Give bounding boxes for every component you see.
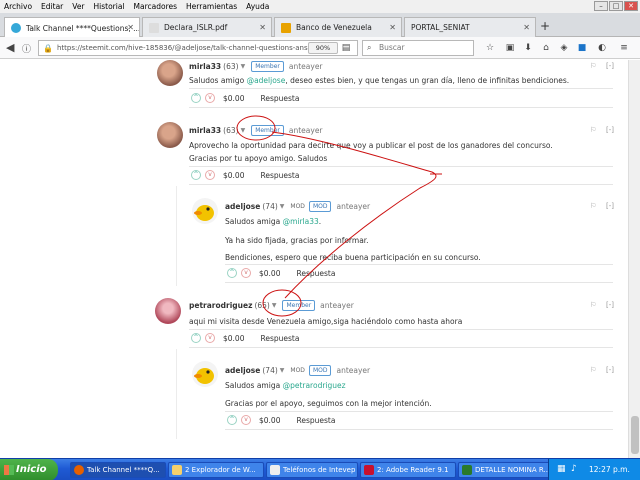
tab-label: Banco de Venezuela	[296, 23, 372, 32]
taskbar-item-detalle-nomina[interactable]: DETALLE NOMINA R...	[458, 462, 552, 478]
home-icon[interactable]: ⌂	[540, 42, 552, 54]
url-text: https://steemit.com/hive-185836/@adeljos…	[56, 44, 318, 52]
info-icon[interactable]: ⓘ	[22, 42, 31, 55]
menu-herramientas[interactable]: Herramientas	[186, 2, 237, 11]
taskbar-item-label: Talk Channel ****Q...	[87, 466, 160, 474]
pocket-icon[interactable]: ◈	[558, 42, 570, 54]
download-icon[interactable]: ⬇	[522, 42, 534, 54]
tab-label: Declara_ISLR.pdf	[164, 23, 228, 32]
minimize-button[interactable]: –	[594, 1, 608, 11]
menu-bar: Archivo Editar Ver Historial Marcadores …	[0, 0, 640, 13]
annotation-circle-member	[236, 115, 276, 141]
bookmark-star-icon[interactable]: ☆	[484, 42, 496, 54]
zoom-indicator[interactable]: 90%	[308, 42, 338, 54]
folder-icon	[172, 465, 182, 475]
bank-favicon-icon	[281, 22, 291, 33]
search-input[interactable]: ⌕ Buscar	[362, 40, 474, 56]
search-placeholder: Buscar	[379, 43, 405, 52]
adobe-reader-icon	[364, 465, 374, 475]
close-tab-icon[interactable]: ✕	[259, 23, 266, 32]
tab-bar: Talk Channel ****Questions, ... ✕ Declar…	[0, 13, 640, 38]
firefox-icon	[74, 465, 84, 475]
network-icon[interactable]: ▦	[557, 464, 566, 474]
taskbar-item-label: 2 Explorador de W...	[185, 466, 256, 474]
search-icon: ⌕	[367, 43, 372, 52]
taskbar-item-label: 2: Adobe Reader 9.1	[377, 466, 449, 474]
menu-archivo[interactable]: Archivo	[4, 2, 32, 11]
menu-historial[interactable]: Historial	[94, 2, 125, 11]
windows-logo-icon	[4, 465, 14, 475]
taskbar-item-firefox[interactable]: Talk Channel ****Q...	[70, 462, 166, 478]
extension-icon[interactable]: ■	[576, 42, 588, 54]
menu-editar[interactable]: Editar	[41, 2, 63, 11]
menu-ver[interactable]: Ver	[72, 2, 84, 11]
annotation-arrow-line	[271, 131, 437, 299]
menu-hamburger-icon[interactable]: ≡	[618, 42, 630, 54]
close-tab-icon[interactable]: ✕	[523, 23, 530, 32]
tab-label: Talk Channel ****Questions, ...	[26, 23, 140, 33]
red-annotation-overlay	[236, 115, 442, 317]
navigation-bar: ◀ ⓘ 🔒 https://steemit.com/hive-185836/@a…	[0, 37, 640, 59]
start-label: Inicio	[16, 464, 47, 475]
new-tab-icon[interactable]: +	[540, 19, 550, 33]
sync-icon[interactable]: ◐	[596, 42, 608, 54]
excel-icon	[462, 465, 472, 475]
close-window-button[interactable]: ✕	[624, 1, 638, 11]
taskbar-item-label: DETALLE NOMINA R...	[475, 466, 551, 474]
menu-ayuda[interactable]: Ayuda	[246, 2, 269, 11]
back-icon[interactable]: ◀	[6, 41, 14, 54]
scrollbar-thumb[interactable]	[631, 416, 639, 454]
window-controls: – □ ✕	[594, 1, 638, 11]
taskbar-item-adobe[interactable]: 2: Adobe Reader 9.1	[360, 462, 456, 478]
scrollbar[interactable]	[628, 60, 640, 458]
phone-icon	[270, 465, 280, 475]
tab-label: PORTAL_SENIAT	[411, 23, 470, 32]
tab-declara-islr[interactable]: Declara_ISLR.pdf ✕	[142, 17, 272, 37]
tab-banco-venezuela[interactable]: Banco de Venezuela ✕	[274, 17, 402, 37]
annotation-circle-member	[262, 289, 302, 317]
reader-view-icon[interactable]: ▤	[340, 42, 352, 54]
reading-list-icon[interactable]: ▣	[504, 42, 516, 54]
tab-portal-seniat[interactable]: PORTAL_SENIAT ✕	[404, 17, 536, 37]
tab-talk-channel[interactable]: Talk Channel ****Questions, ... ✕	[4, 17, 140, 38]
close-tab-icon[interactable]: ✕	[127, 23, 134, 32]
taskbar: Inicio Talk Channel ****Q... 2 Explorado…	[0, 458, 640, 480]
steemit-favicon-icon	[11, 23, 21, 33]
taskbar-item-telefonos[interactable]: Teléfonos de Intevep	[266, 462, 358, 478]
system-tray: ▦ ♪ 12:27 p.m.	[548, 459, 640, 480]
maximize-button[interactable]: □	[609, 1, 623, 11]
start-button[interactable]: Inicio	[0, 459, 58, 480]
close-tab-icon[interactable]: ✕	[389, 23, 396, 32]
volume-icon[interactable]: ♪	[571, 464, 577, 474]
clock[interactable]: 12:27 p.m.	[589, 465, 630, 474]
taskbar-item-explorer[interactable]: 2 Explorador de W...	[168, 462, 264, 478]
taskbar-item-label: Teléfonos de Intevep	[283, 466, 356, 474]
menu-marcadores[interactable]: Marcadores	[134, 2, 178, 11]
lock-icon: 🔒	[43, 43, 53, 53]
pdf-favicon-icon	[149, 22, 159, 33]
comments-area: mirla33 (63) ▼ Member anteayer ⚐ [-] Sal…	[0, 60, 628, 458]
